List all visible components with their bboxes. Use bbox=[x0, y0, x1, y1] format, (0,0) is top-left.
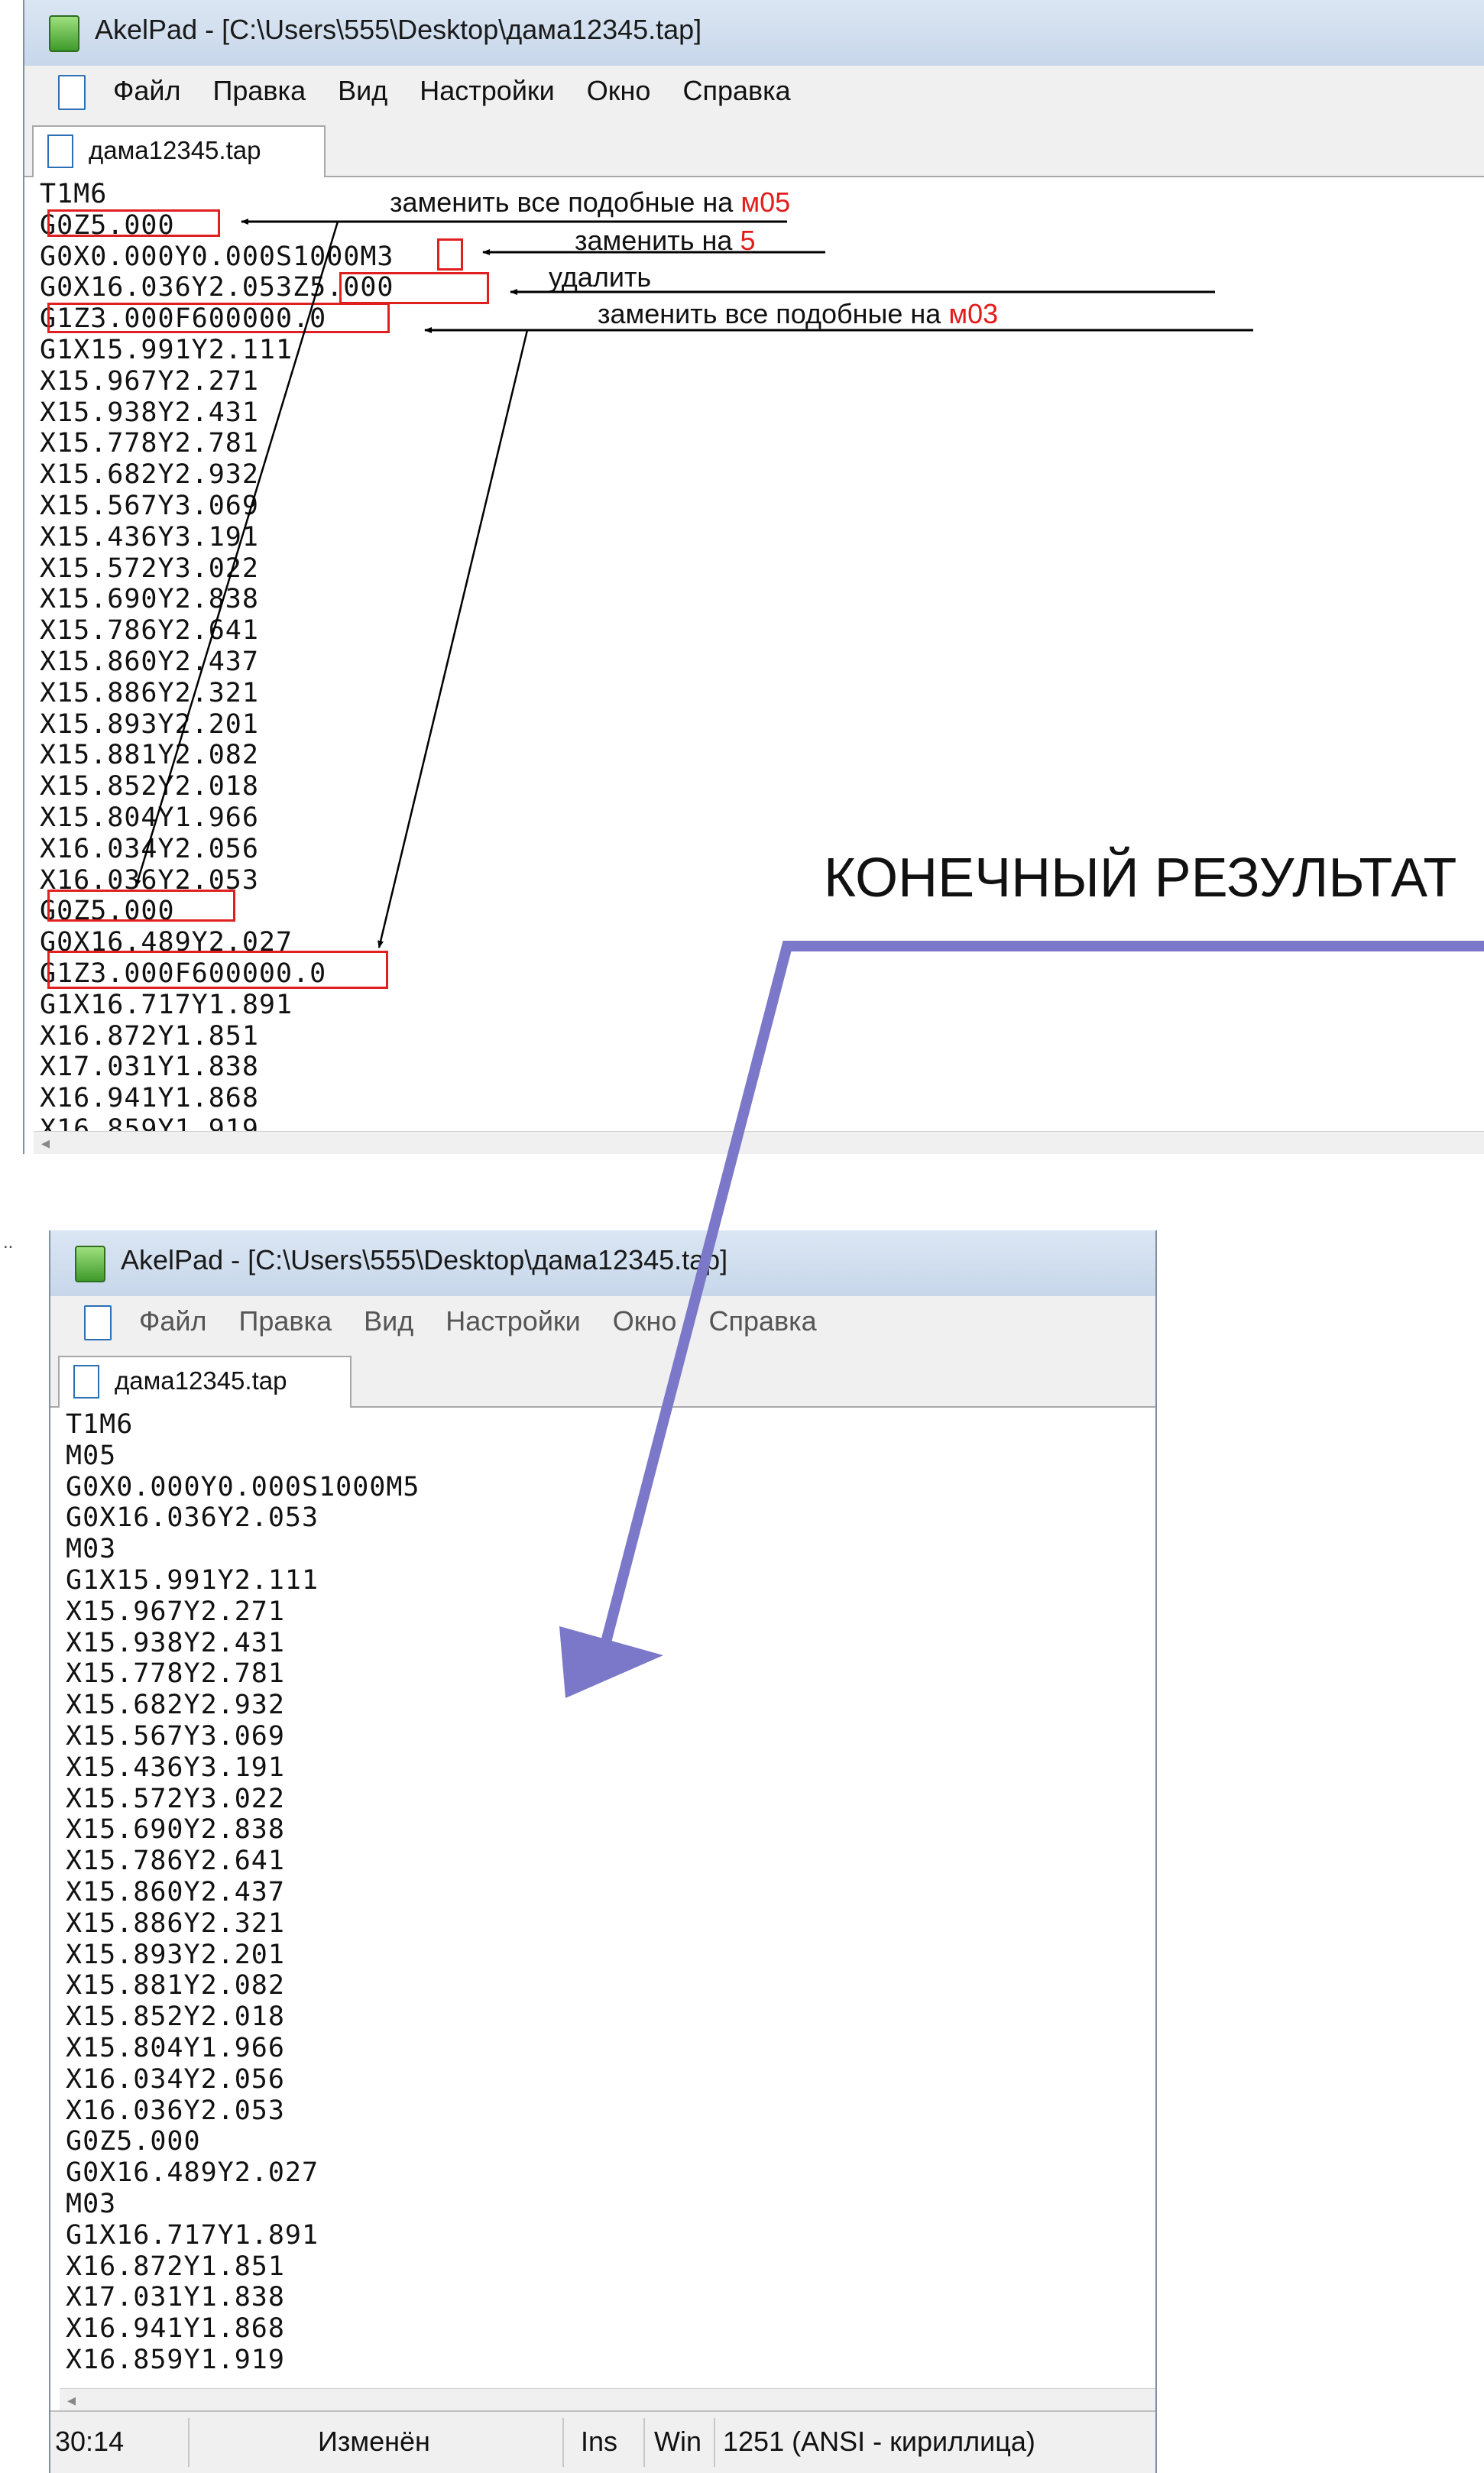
annotation-arrows bbox=[134, 219, 1484, 1698]
arrow-g0z5-down bbox=[134, 221, 339, 887]
result-arrow bbox=[598, 941, 1484, 1652]
arrow-g1z3-down bbox=[377, 329, 529, 948]
